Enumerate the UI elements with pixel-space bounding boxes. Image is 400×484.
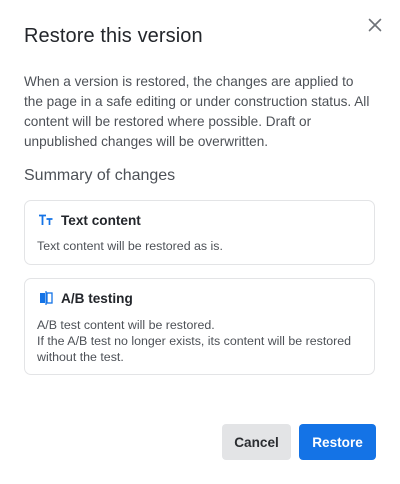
ab-testing-icon (38, 290, 54, 306)
card-header: Text content (38, 212, 141, 228)
card-description: Text content will be restored as is. (37, 239, 223, 253)
dialog-title: Restore this version (24, 25, 203, 47)
restore-button[interactable]: Restore (299, 424, 376, 460)
close-icon (368, 18, 382, 32)
summary-heading: Summary of changes (24, 167, 176, 184)
close-button[interactable] (364, 14, 386, 36)
cancel-button[interactable]: Cancel (222, 424, 291, 460)
dialog-description: When a version is restored, the changes … (24, 74, 370, 149)
card-header: A/B testing (38, 290, 133, 306)
text-type-icon (38, 212, 54, 228)
dialog-footer: Cancel Restore (222, 424, 376, 460)
card-title: A/B testing (61, 290, 133, 306)
card-title: Text content (61, 212, 141, 228)
card-description: A/B test content will be restored. If th… (37, 317, 362, 365)
change-card-text-content: Text content Text content will be restor… (24, 200, 375, 265)
card-description-line: If the A/B test no longer exists, its co… (37, 334, 352, 364)
change-card-ab-testing: A/B testing A/B test content will be res… (24, 278, 375, 375)
card-description-line: A/B test content will be restored. (37, 318, 215, 332)
restore-version-dialog: Restore this version When a version is r… (0, 0, 400, 484)
